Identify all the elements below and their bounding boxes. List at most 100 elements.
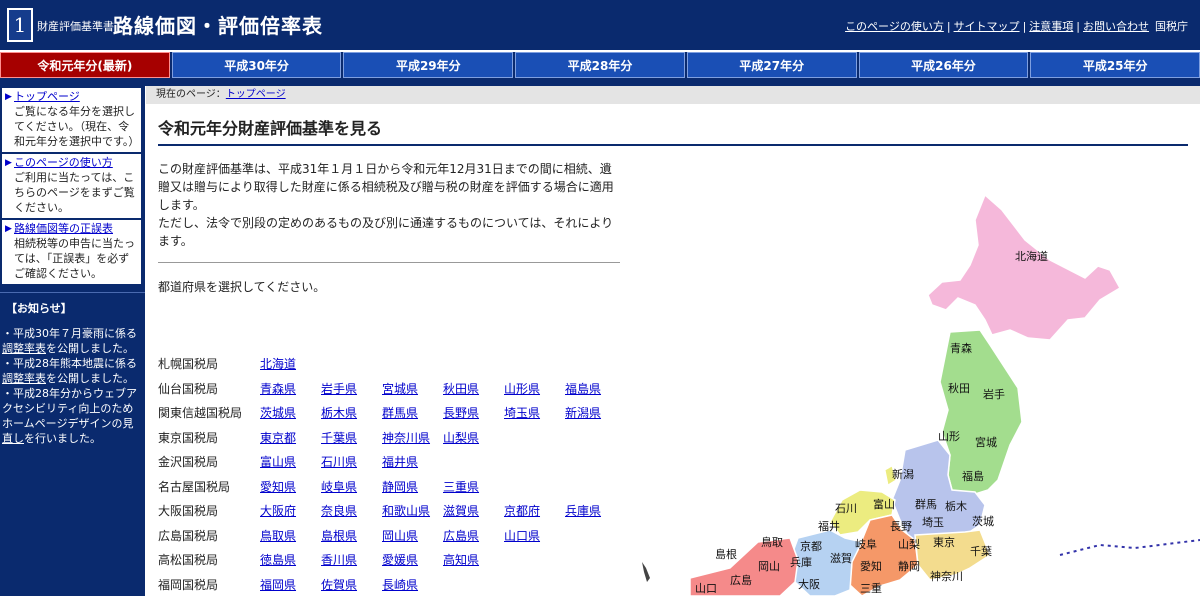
map-prefecture-label[interactable]: 三重 <box>860 581 882 595</box>
prefecture-link[interactable]: 愛知県 <box>260 477 321 502</box>
prefecture-link[interactable]: 福島県 <box>565 379 626 404</box>
map-prefecture-label[interactable]: 東京 <box>933 535 955 549</box>
sidebar-link-errata[interactable]: 路線価図等の正誤表 <box>14 222 113 235</box>
map-prefecture-label[interactable]: 広島 <box>730 573 752 587</box>
map-prefecture-label[interactable]: 埼玉 <box>922 515 944 529</box>
prefecture-link[interactable]: 鳥取県 <box>260 526 321 551</box>
bureau-name: 高松国税局 <box>158 550 260 575</box>
tab-heisei26[interactable]: 平成26年分 <box>859 52 1029 78</box>
prefecture-link[interactable]: 福岡県 <box>260 575 321 599</box>
prefecture-link[interactable]: 岡山県 <box>382 526 443 551</box>
map-prefecture-label[interactable]: 山梨 <box>898 537 920 551</box>
bureau-row: 大阪国税局大阪府奈良県和歌山県滋賀県京都府兵庫県 <box>158 501 626 526</box>
map-prefecture-label[interactable]: 鳥取 <box>761 535 783 549</box>
prefecture-link[interactable]: 栃木県 <box>321 403 382 428</box>
notice-link[interactable]: 調整率表 <box>2 342 46 355</box>
prefecture-link[interactable]: 青森県 <box>260 379 321 404</box>
map-prefecture-label[interactable]: 岡山 <box>758 560 780 573</box>
map-prefecture-label[interactable]: 岩手 <box>983 387 1005 401</box>
tab-reiwa1[interactable]: 令和元年分(最新) <box>0 52 170 78</box>
tab-heisei27[interactable]: 平成27年分 <box>687 52 857 78</box>
sidebar-link-top[interactable]: トップページ <box>14 90 80 103</box>
prefecture-link[interactable]: 静岡県 <box>382 477 443 502</box>
map-prefecture-label[interactable]: 岐阜 <box>855 538 877 551</box>
map-prefecture-label[interactable]: 宮城 <box>975 435 997 449</box>
map-prefecture-label[interactable]: 山形 <box>938 430 960 443</box>
map-prefecture-label[interactable]: 静岡 <box>898 559 920 573</box>
prefecture-link[interactable]: 茨城県 <box>260 403 321 428</box>
map-prefecture-label[interactable]: 茨城 <box>972 514 994 528</box>
map-prefecture-label[interactable]: 群馬 <box>915 497 937 511</box>
prefecture-link[interactable]: 京都府 <box>504 501 565 526</box>
agency-name[interactable]: 国税庁 <box>1155 20 1188 33</box>
tab-heisei30[interactable]: 平成30年分 <box>172 52 342 78</box>
map-prefecture-label[interactable]: 新潟 <box>892 467 914 481</box>
prefecture-link[interactable]: 広島県 <box>443 526 504 551</box>
site-logo[interactable]: 1 <box>7 8 33 42</box>
contact-link[interactable]: お問い合わせ <box>1083 20 1149 33</box>
map-prefecture-label[interactable]: 山口 <box>695 582 717 595</box>
prefecture-link[interactable]: 徳島県 <box>260 550 321 575</box>
prefecture-link[interactable]: 奈良県 <box>321 501 382 526</box>
tab-heisei28[interactable]: 平成28年分 <box>515 52 685 78</box>
notes-link[interactable]: 注意事項 <box>1029 20 1073 33</box>
map-prefecture-label[interactable]: 秋田 <box>948 381 970 395</box>
prefecture-link[interactable]: 岐阜県 <box>321 477 382 502</box>
notice-link[interactable]: 調整率表 <box>2 372 46 385</box>
map-prefecture-label[interactable]: 兵庫 <box>790 555 812 569</box>
map-prefecture-label[interactable]: 京都 <box>800 539 822 553</box>
map-prefecture-label[interactable]: 富山 <box>873 497 895 511</box>
prefecture-link[interactable]: 北海道 <box>260 354 321 379</box>
map-prefecture-label[interactable]: 福井 <box>818 519 840 533</box>
map-prefecture-label[interactable]: 愛知 <box>860 559 882 573</box>
map-prefecture-label[interactable]: 神奈川 <box>930 569 963 583</box>
prefecture-link[interactable]: 石川県 <box>321 452 382 477</box>
prefecture-link[interactable]: 佐賀県 <box>321 575 382 599</box>
prefecture-link[interactable]: 岩手県 <box>321 379 382 404</box>
prefecture-link[interactable]: 大阪府 <box>260 501 321 526</box>
prefecture-link[interactable]: 高知県 <box>443 550 504 575</box>
prefecture-link[interactable]: 三重県 <box>443 477 504 502</box>
breadcrumb-top-link[interactable]: トップページ <box>226 89 286 100</box>
tab-heisei25[interactable]: 平成25年分 <box>1030 52 1200 78</box>
sitemap-link[interactable]: サイトマップ <box>954 20 1020 33</box>
prefecture-link[interactable]: 香川県 <box>321 550 382 575</box>
prefecture-link[interactable]: 兵庫県 <box>565 501 626 526</box>
prefecture-link[interactable]: 新潟県 <box>565 403 626 428</box>
map-prefecture-label[interactable]: 滋賀 <box>830 552 852 565</box>
prefecture-link[interactable]: 千葉県 <box>321 428 382 453</box>
prefecture-link[interactable]: 東京都 <box>260 428 321 453</box>
map-prefecture-label[interactable]: 石川 <box>835 502 857 515</box>
prefecture-link[interactable]: 長崎県 <box>382 575 443 599</box>
prefecture-link[interactable]: 山口県 <box>504 526 565 551</box>
prefecture-link[interactable]: 福井県 <box>382 452 443 477</box>
tab-heisei29[interactable]: 平成29年分 <box>343 52 513 78</box>
prefecture-link[interactable]: 神奈川県 <box>382 428 443 453</box>
prefecture-link[interactable]: 宮城県 <box>382 379 443 404</box>
prefecture-link[interactable]: 群馬県 <box>382 403 443 428</box>
prefecture-link[interactable]: 秋田県 <box>443 379 504 404</box>
notice-link[interactable]: 直し <box>2 432 24 445</box>
sidebar-link-howto[interactable]: このページの使い方 <box>14 156 113 169</box>
prefecture-link[interactable]: 山形県 <box>504 379 565 404</box>
prefecture-link[interactable]: 島根県 <box>321 526 382 551</box>
map-region-hokkaido[interactable] <box>928 195 1120 340</box>
prefecture-link[interactable]: 山梨県 <box>443 428 504 453</box>
map-prefecture-label[interactable]: 大阪 <box>798 577 820 591</box>
prefecture-link[interactable]: 埼玉県 <box>504 403 565 428</box>
map-prefecture-label[interactable]: 福島 <box>962 469 984 483</box>
prefecture-link[interactable]: 愛媛県 <box>382 550 443 575</box>
prefecture-link[interactable]: 滋賀県 <box>443 501 504 526</box>
how-to-use-link[interactable]: このページの使い方 <box>845 20 944 33</box>
prefecture-link[interactable]: 富山県 <box>260 452 321 477</box>
map-prefecture-label[interactable]: 青森 <box>950 341 972 355</box>
map-prefecture-label[interactable]: 長野 <box>890 520 912 533</box>
site-title[interactable]: 路線価図・評価倍率表 <box>113 10 323 39</box>
map-prefecture-label[interactable]: 栃木 <box>945 499 967 513</box>
notice-text: ・平成30年７月豪雨に係る <box>2 327 137 340</box>
map-prefecture-label[interactable]: 北海道 <box>1015 249 1048 263</box>
prefecture-link[interactable]: 和歌山県 <box>382 501 443 526</box>
map-prefecture-label[interactable]: 千葉 <box>970 544 992 558</box>
map-prefecture-label[interactable]: 島根 <box>715 547 737 561</box>
prefecture-link[interactable]: 長野県 <box>443 403 504 428</box>
